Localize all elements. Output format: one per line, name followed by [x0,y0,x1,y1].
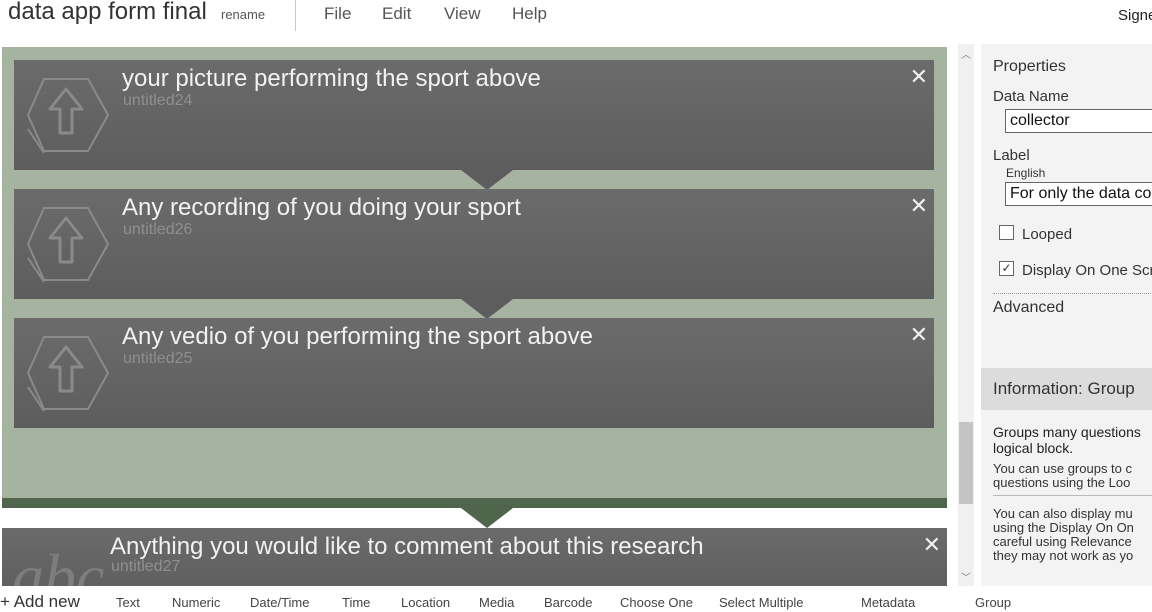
info-separator [993,495,1152,496]
menu-edit[interactable]: Edit [382,4,411,24]
scrollbar-thumb[interactable] [959,422,973,504]
properties-divider [993,293,1152,294]
question-card-text[interactable]: abc Anything you would like to comment a… [2,528,947,586]
add-new-label: + Add new [0,592,80,611]
menu-view[interactable]: View [444,4,481,24]
scroll-up-icon[interactable]: ︿ [961,46,971,61]
question-label: Any recording of you doing your sport [122,194,521,221]
close-icon[interactable]: ✕ [910,64,928,90]
looped-checkbox[interactable] [999,225,1014,240]
language-label: English [1006,166,1046,180]
scroll-down-icon[interactable]: ﹀ [961,569,971,584]
properties-panel: Properties Data Name Label English Loope… [981,44,1152,586]
svg-text:abc: abc [12,541,104,586]
question-label: Any vedio of you performing the sport ab… [122,323,593,350]
info-title: Information: Group [993,379,1135,398]
media-upload-icon [26,336,110,412]
add-group-button[interactable]: Group [975,595,1011,610]
question-data-name: untitled26 [123,221,193,238]
question-card-media[interactable]: Any recording of you doing your sport un… [14,189,934,299]
close-icon[interactable]: ✕ [910,322,928,348]
card-connector-arrow [461,299,513,319]
info-header: Information: Group [981,368,1152,410]
form-title: data app form final [8,0,207,25]
properties-heading: Properties [993,58,1066,75]
header-divider [295,0,296,31]
close-icon[interactable]: ✕ [910,193,928,219]
menu-file[interactable]: File [324,4,351,24]
signed-in-label[interactable]: Signe [1118,7,1152,24]
question-card-media[interactable]: Any vedio of you performing the sport ab… [14,318,934,428]
info-summary: Groups many questions logical block. [993,424,1141,456]
app-header: data app form final rename File Edit Vie… [0,0,1152,44]
question-label: Anything you would like to comment about… [110,533,704,560]
display-one-screen-checkbox[interactable]: ✓ [999,261,1014,276]
group-end-bar [2,498,947,508]
add-datetime-button[interactable]: Date/Time [250,595,309,610]
add-numeric-button[interactable]: Numeric [172,595,220,610]
close-icon[interactable]: ✕ [923,532,941,558]
add-select-multiple-button[interactable]: Select Multiple [719,595,804,610]
media-upload-icon [26,207,110,283]
label-field[interactable] [1005,182,1152,206]
group-connector-arrow [461,508,513,528]
add-location-button[interactable]: Location [401,595,450,610]
data-name-label: Data Name [993,88,1069,105]
add-metadata-button[interactable]: Metadata [861,595,915,610]
question-card-media[interactable]: your picture performing the sport above … [14,60,934,170]
workspace-scrollbar[interactable]: ︿ ﹀ [958,44,974,586]
info-paragraph: You can use groups to c questions using … [993,461,1133,490]
media-upload-icon [26,78,110,154]
data-name-field[interactable] [1005,109,1152,133]
form-workspace: your picture performing the sport above … [0,44,958,586]
question-label: your picture performing the sport above [122,65,541,92]
info-paragraph: You can also display mu using the Displa… [993,506,1134,563]
add-media-button[interactable]: Media [479,595,514,610]
display-one-screen-label: Display On One Screen [1022,262,1152,279]
label-label: Label [993,147,1030,164]
add-barcode-button[interactable]: Barcode [544,595,592,610]
advanced-toggle[interactable]: Advanced [993,299,1064,317]
add-time-button[interactable]: Time [342,595,370,610]
add-text-button[interactable]: Text [116,595,140,610]
looped-label: Looped [1022,226,1073,243]
question-data-name: untitled25 [123,350,193,367]
question-data-name: untitled24 [123,92,193,109]
add-choose-one-button[interactable]: Choose One [620,595,693,610]
add-question-toolbar: + Add new Text Numeric Date/Time Time Lo… [0,586,1152,611]
text-abc-icon: abc [12,541,104,586]
question-data-name: untitled27 [111,558,181,575]
rename-link[interactable]: rename [221,7,265,22]
menu-help[interactable]: Help [512,4,547,24]
card-connector-arrow [461,170,513,190]
